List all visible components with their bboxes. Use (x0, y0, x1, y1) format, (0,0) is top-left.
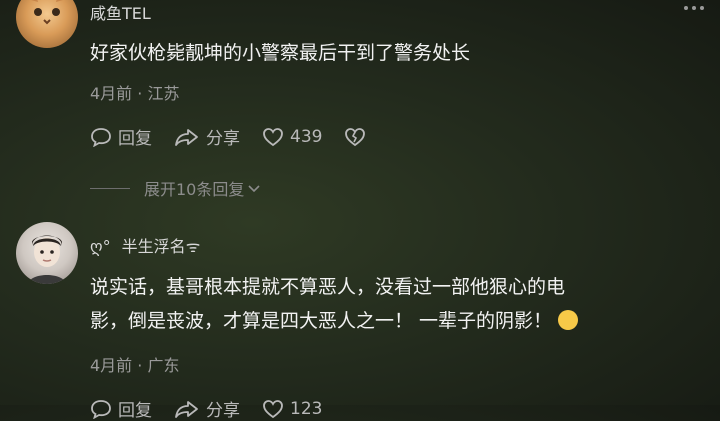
reply-icon (91, 399, 111, 419)
comment-text-line-2: 影，倒是丧波，才算是四大恶人之一！ 一辈子的阴影！ (90, 310, 553, 332)
divider-line (90, 187, 130, 189)
comment-meta-1: 4月前 · 江苏 (90, 84, 180, 103)
share-button-2[interactable]: 分享 (174, 396, 240, 421)
comment-text-1: 好家伙枪毙靓坤的小警察最后干到了警务处长 (90, 42, 471, 64)
more-icon[interactable] (684, 6, 704, 10)
avatar-2[interactable] (16, 222, 78, 284)
comment-meta-2: 4月前 · 广东 (90, 356, 180, 375)
share-icon (175, 128, 198, 146)
reply-icon (91, 127, 111, 147)
dislike-button[interactable] (344, 127, 372, 147)
heart-icon (263, 127, 283, 146)
laugh-cry-emoji (558, 310, 579, 330)
heart-icon (263, 399, 283, 418)
username-suffix: ᯤ (185, 237, 201, 256)
dislike-icon (345, 127, 366, 146)
expand-replies-label: 展开10条回复 (144, 180, 245, 199)
reply-label: 回复 (118, 401, 152, 421)
share-button[interactable]: 分享 (174, 124, 240, 149)
comment-text-line-1: 说实话，基哥根本提就不算恶人，没看过一部他狠心的电 (90, 276, 566, 298)
share-label: 分享 (206, 129, 240, 149)
username-prefix: ღ° (90, 237, 111, 256)
share-label: 分享 (206, 401, 240, 421)
share-icon (175, 400, 198, 418)
expand-replies-button[interactable]: 展开10条回复 (90, 176, 262, 200)
comment-actions-1: 回复 分享 439 (90, 124, 394, 149)
comment-text-2: 说实话，基哥根本提就不算恶人，没看过一部他狠心的电 影，倒是丧波，才算是四大恶人… (90, 270, 579, 338)
reply-button-2[interactable]: 回复 (90, 396, 152, 421)
avatar-1[interactable] (16, 0, 78, 48)
like-count: 439 (290, 126, 323, 147)
like-button-2[interactable]: 123 (262, 399, 322, 419)
comment-actions-2: 回复 分享 123 (90, 396, 344, 421)
like-count: 123 (290, 398, 323, 419)
chevron-down-icon (248, 185, 260, 193)
reply-button[interactable]: 回复 (90, 124, 152, 149)
username-text: 半生浮名 (121, 237, 186, 256)
reply-label: 回复 (118, 129, 152, 149)
username-1[interactable]: 咸鱼TEL (90, 0, 151, 24)
username-2[interactable]: ღ° 半生浮名ᯤ (90, 233, 200, 257)
like-button[interactable]: 439 (262, 127, 322, 147)
